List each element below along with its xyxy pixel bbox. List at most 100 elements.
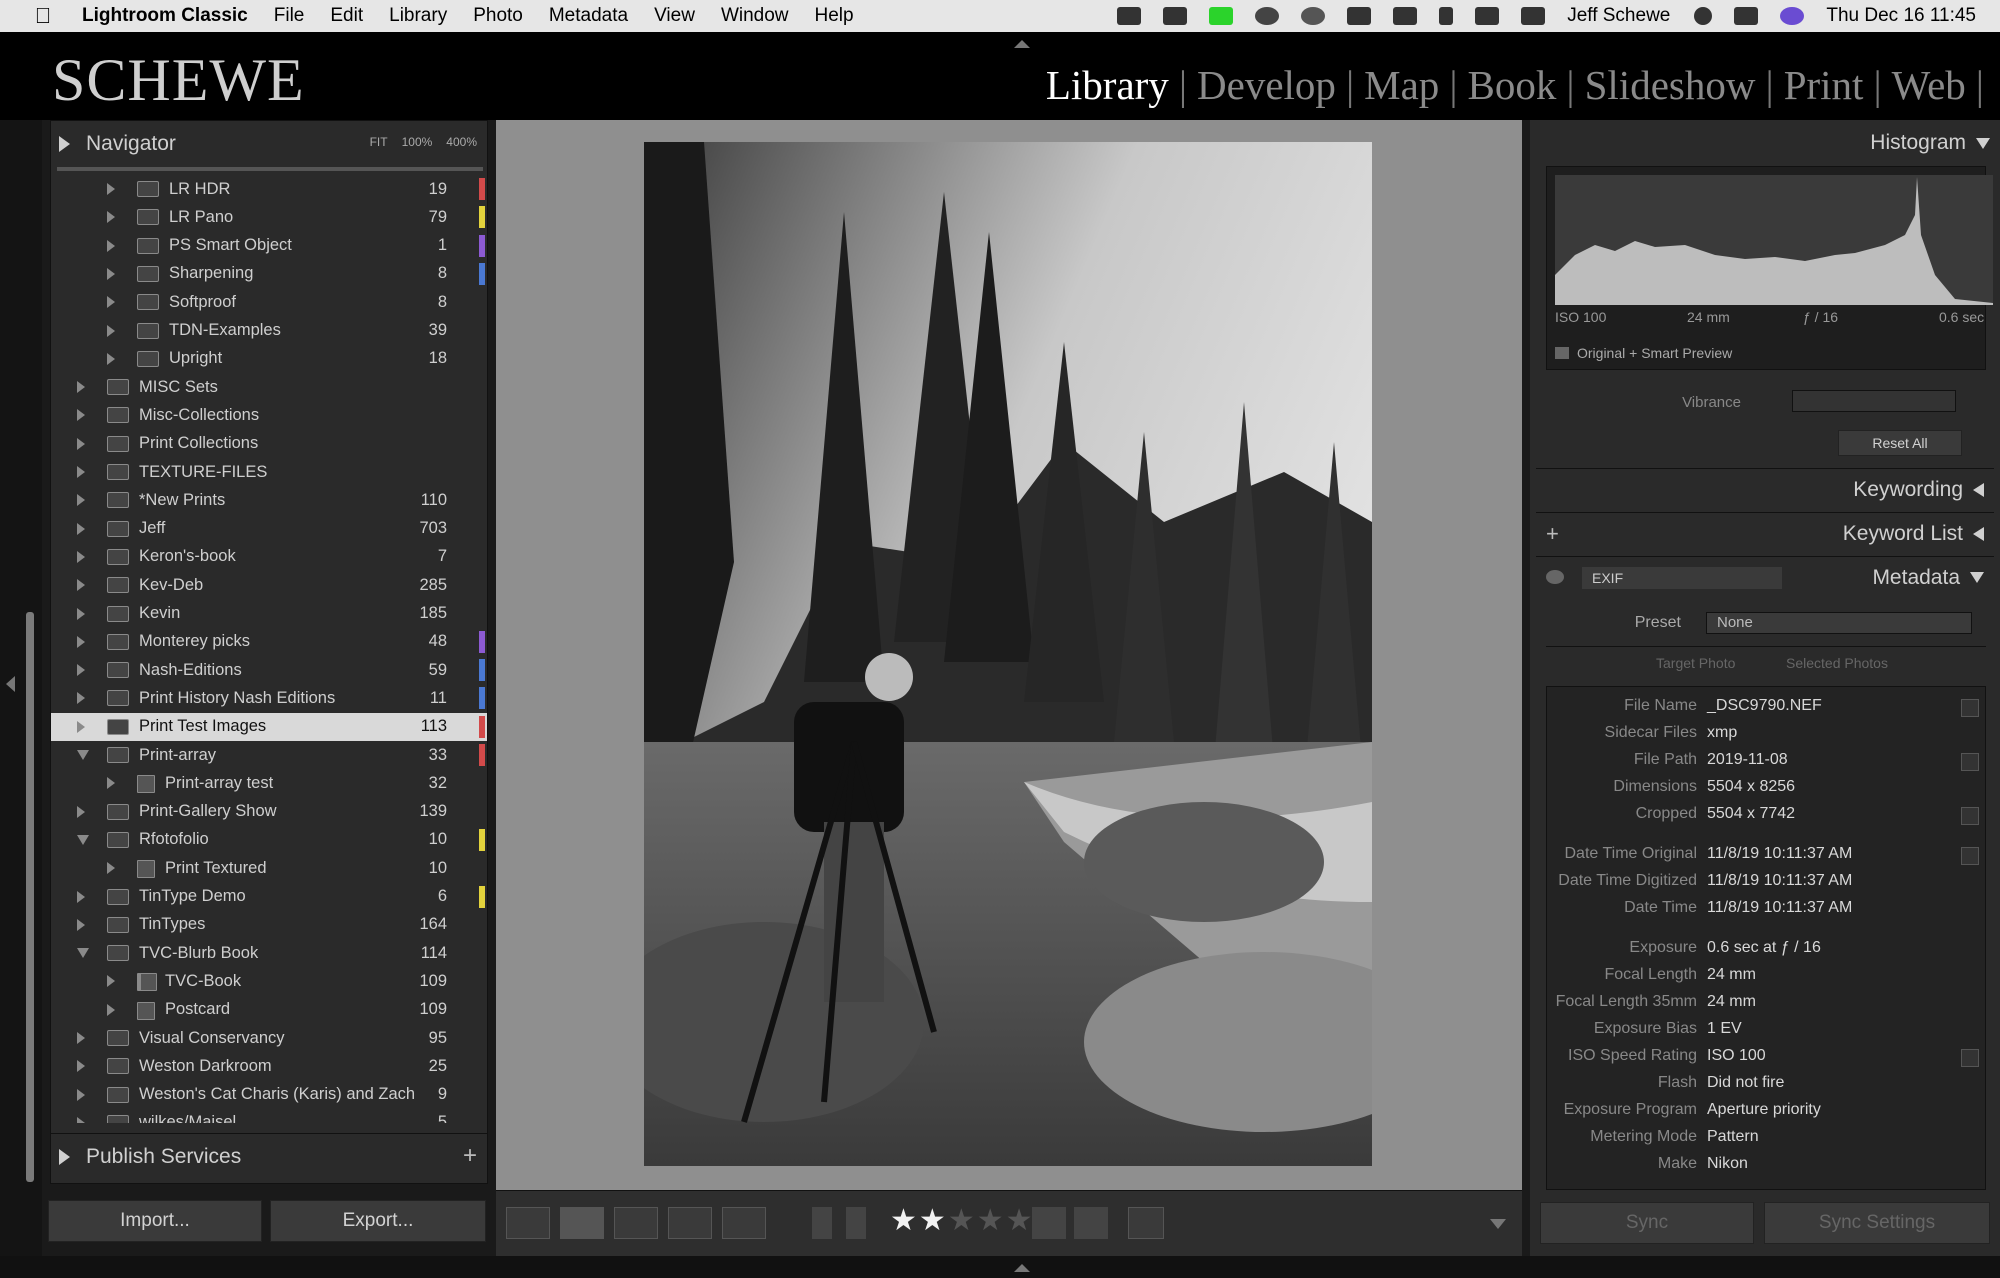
collection-row[interactable]: wilkes/Maisel 5: [51, 1109, 487, 1123]
collection-row[interactable]: Print History Nash Editions 11: [51, 684, 487, 712]
collection-row[interactable]: LR Pano 79: [51, 203, 487, 231]
expand-triangle-icon[interactable]: [107, 862, 115, 875]
smart-preview-status[interactable]: Original + Smart Preview: [1555, 345, 1732, 361]
metadata-field-value[interactable]: 5504 x 8256: [1707, 778, 1795, 796]
wifi-icon[interactable]: [1521, 7, 1546, 25]
rotate-right-icon[interactable]: [1074, 1207, 1108, 1239]
expand-triangle-icon[interactable]: [77, 692, 85, 705]
expand-triangle-icon[interactable]: [107, 239, 115, 252]
flag-reject-icon[interactable]: [846, 1207, 866, 1239]
metadata-field-value[interactable]: _DSC9790.NEF: [1707, 697, 1822, 715]
loupe-view[interactable]: [496, 120, 1522, 1190]
collection-row[interactable]: MISC Sets: [51, 373, 487, 401]
module-develop[interactable]: Develop: [1193, 61, 1340, 109]
metadata-header[interactable]: EXIF Metadata: [1536, 556, 1994, 598]
collection-row[interactable]: Softproof 8: [51, 288, 487, 316]
expand-triangle-icon[interactable]: [107, 324, 115, 337]
rotate-left-icon[interactable]: [1032, 1207, 1066, 1239]
histogram[interactable]: ISO 100 24 mm ƒ / 16 0.6 sec Original + …: [1546, 166, 1993, 370]
collapse-triangle-icon[interactable]: [77, 948, 89, 959]
expand-triangle-icon[interactable]: [77, 579, 85, 592]
collection-row[interactable]: Weston's Cat Charis (Karis) and Zach 9: [51, 1081, 487, 1109]
expand-triangle-icon[interactable]: [77, 1116, 85, 1123]
menu-file[interactable]: File: [274, 5, 305, 27]
sync-button[interactable]: Sync: [1540, 1202, 1754, 1244]
expand-triangle-icon[interactable]: [59, 136, 70, 152]
module-slideshow[interactable]: Slideshow: [1581, 61, 1760, 109]
add-keyword-icon[interactable]: +: [1546, 521, 1559, 547]
expand-triangle-icon[interactable]: [77, 409, 85, 422]
expand-triangle-icon[interactable]: [77, 607, 85, 620]
collection-row[interactable]: Print Test Images 113: [51, 712, 487, 741]
navigator-header[interactable]: Navigator FIT 100% 400%: [51, 121, 487, 167]
collection-row[interactable]: Print Textured 10: [51, 854, 487, 882]
grid-view-icon[interactable]: [506, 1207, 550, 1239]
expand-triangle-icon[interactable]: [77, 494, 85, 507]
expand-triangle-icon[interactable]: [1973, 482, 1984, 497]
metadata-field-value[interactable]: 0.6 sec at ƒ / 16: [1707, 939, 1821, 957]
publish-services-header[interactable]: Publish Services +: [51, 1133, 487, 1179]
metadata-field-value[interactable]: ISO 100: [1707, 1047, 1766, 1065]
expand-triangle-icon[interactable]: [107, 296, 115, 309]
rating-star-icon[interactable]: ★: [890, 1203, 917, 1238]
collection-row[interactable]: Jeff 703: [51, 515, 487, 543]
people-view-icon[interactable]: [722, 1207, 766, 1239]
metadata-field-value[interactable]: 11/8/19 10:11:37 AM: [1707, 899, 1852, 917]
collection-row[interactable]: Kev-Deb 285: [51, 571, 487, 599]
metadata-action-icon[interactable]: [1961, 847, 1979, 865]
left-panel-toggle-icon[interactable]: [6, 676, 15, 692]
expand-triangle-icon[interactable]: [77, 635, 85, 648]
collection-row[interactable]: PS Smart Object 1: [51, 232, 487, 260]
preset-select[interactable]: None: [1706, 612, 1972, 634]
expand-triangle-icon[interactable]: [107, 183, 115, 195]
expand-triangle-icon[interactable]: [77, 550, 85, 563]
expand-triangle-icon[interactable]: [77, 1088, 85, 1101]
collection-row[interactable]: Kevin 185: [51, 600, 487, 628]
expand-triangle-icon[interactable]: [77, 381, 85, 394]
collection-row[interactable]: Keron's-book 7: [51, 543, 487, 571]
expand-triangle-icon[interactable]: [107, 267, 115, 280]
metadata-field-value[interactable]: Did not fire: [1707, 1074, 1784, 1092]
expand-triangle-icon[interactable]: [77, 918, 85, 931]
collection-row[interactable]: Monterey picks 48: [51, 628, 487, 656]
collection-row[interactable]: Sharpening 8: [51, 260, 487, 288]
collection-row[interactable]: TEXTURE-FILES: [51, 458, 487, 486]
menu-help[interactable]: Help: [815, 5, 854, 27]
compare-view-icon[interactable]: [614, 1207, 658, 1239]
metadata-field-value[interactable]: 2019-11-08: [1707, 751, 1788, 769]
collection-row[interactable]: Postcard 109: [51, 996, 487, 1024]
collection-row[interactable]: Visual Conservancy 95: [51, 1024, 487, 1052]
reset-all-button[interactable]: Reset All: [1838, 430, 1962, 456]
metadata-field-value[interactable]: 11/8/19 10:11:37 AM: [1707, 845, 1852, 863]
rating-star-icon[interactable]: ★: [919, 1203, 946, 1238]
collection-row[interactable]: TinType Demo 6: [51, 883, 487, 911]
rating-star-icon[interactable]: ★: [1006, 1203, 1033, 1238]
metadata-field-value[interactable]: Pattern: [1707, 1128, 1759, 1146]
export-button[interactable]: Export...: [270, 1200, 486, 1242]
module-map[interactable]: Map: [1360, 61, 1443, 109]
collection-row[interactable]: Rfotofolio 10: [51, 826, 487, 854]
expand-triangle-icon[interactable]: [77, 720, 85, 733]
expand-triangle-icon[interactable]: [1973, 526, 1984, 541]
metadata-action-icon[interactable]: [1961, 807, 1979, 825]
expand-triangle-icon[interactable]: [77, 890, 85, 903]
loupe-view-icon[interactable]: [560, 1207, 604, 1239]
volume-icon[interactable]: [1393, 7, 1418, 25]
metadata-field-value[interactable]: 11/8/19 10:11:37 AM: [1707, 872, 1852, 890]
control-center-icon[interactable]: [1734, 7, 1759, 25]
siri-icon[interactable]: [1780, 7, 1805, 25]
add-publish-service-icon[interactable]: +: [463, 1142, 477, 1170]
zoom-fit[interactable]: FIT: [370, 135, 388, 149]
collection-row[interactable]: Print-array 33: [51, 741, 487, 769]
expand-triangle-icon[interactable]: [77, 466, 85, 478]
collection-row[interactable]: Print-array test 32: [51, 769, 487, 797]
module-web[interactable]: Web: [1888, 61, 1970, 109]
target-photo-toggle[interactable]: Target Photo: [1656, 655, 1735, 671]
spotlight-icon[interactable]: [1694, 7, 1713, 25]
display-icon[interactable]: [1347, 7, 1372, 25]
dropbox-icon[interactable]: [1163, 7, 1188, 25]
module-print[interactable]: Print: [1780, 61, 1868, 109]
collection-row[interactable]: Nash-Editions 59: [51, 656, 487, 684]
menu-photo[interactable]: Photo: [473, 5, 523, 27]
collection-row[interactable]: Weston Darkroom 25: [51, 1052, 487, 1080]
